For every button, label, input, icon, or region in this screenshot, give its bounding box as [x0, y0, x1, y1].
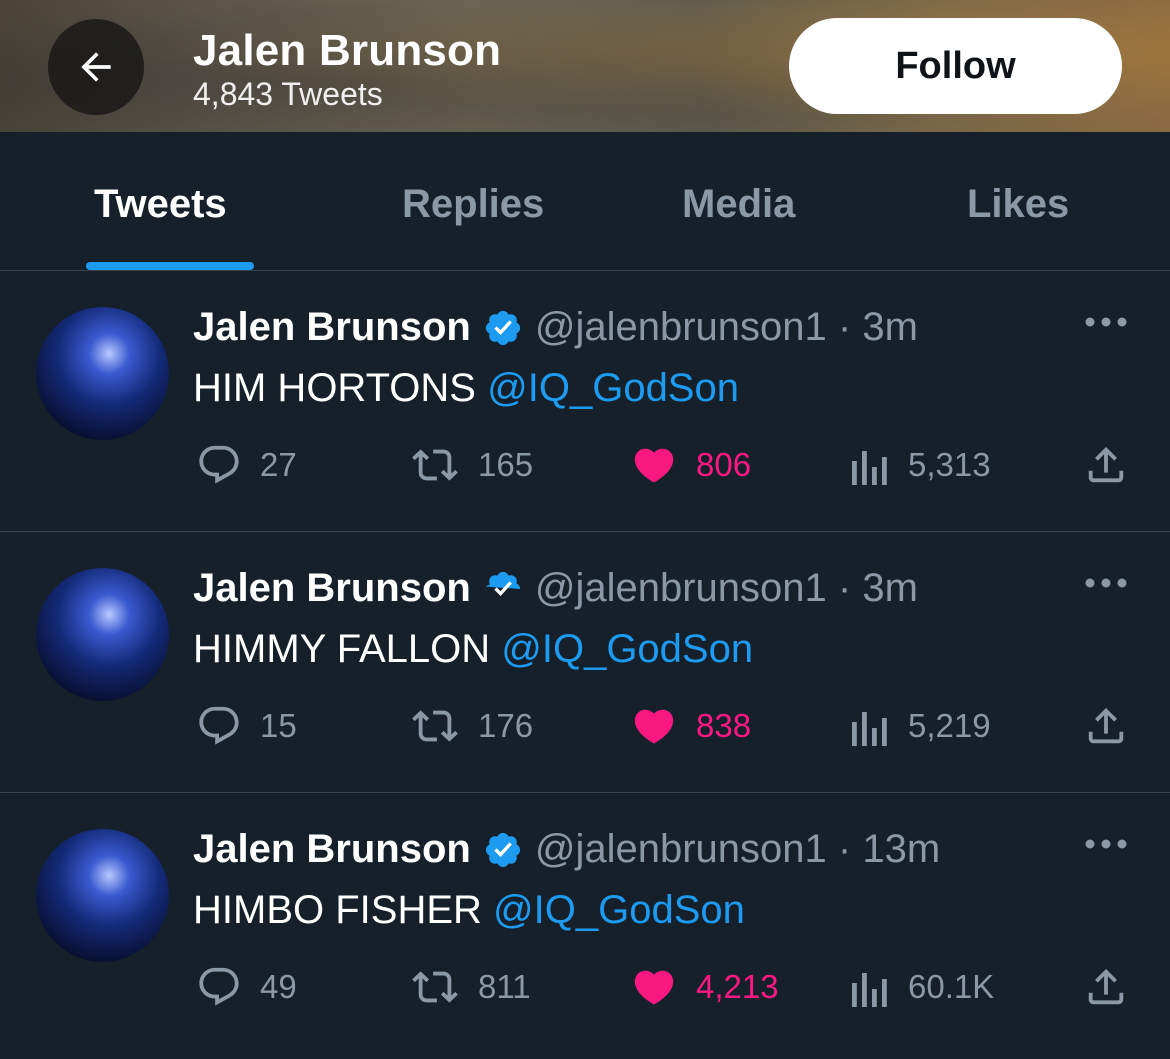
more-horizontal-icon[interactable] — [1084, 315, 1128, 327]
tweet-author-line: Jalen Brunson @jalenbrunson1 · 3m — [193, 305, 918, 350]
views-bar-chart-icon — [850, 706, 890, 746]
like-button[interactable]: 838 — [630, 702, 751, 750]
retweet-icon — [410, 442, 460, 488]
retweet-button[interactable]: 176 — [410, 702, 533, 750]
tab-media[interactable]: Media — [682, 182, 795, 227]
active-tab-indicator — [86, 262, 254, 270]
tweet-text: HIMBO FISHER @IQ_GodSon — [193, 888, 745, 932]
more-horizontal-icon[interactable] — [1084, 837, 1128, 849]
tweet-author-line: Jalen Brunson @jalenbrunson1 · 13m — [193, 827, 940, 872]
tweet-actions: 49 811 4,213 60.1K — [0, 963, 1170, 1011]
author-handle[interactable]: @jalenbrunson1 · 3m — [535, 305, 918, 350]
retweet-count: 811 — [478, 968, 531, 1005]
share-button[interactable] — [1083, 441, 1129, 489]
like-count: 806 — [696, 446, 752, 483]
follow-button[interactable]: Follow — [789, 18, 1122, 114]
verified-badge-icon — [483, 308, 523, 348]
reply-button[interactable]: 15 — [196, 702, 297, 750]
arrow-left-icon — [74, 45, 118, 89]
tab-tweets[interactable]: Tweets — [94, 182, 227, 227]
like-button[interactable]: 4,213 — [630, 963, 779, 1011]
views-button[interactable]: 60.1K — [850, 963, 994, 1011]
tab-replies[interactable]: Replies — [402, 182, 544, 227]
share-button[interactable] — [1083, 963, 1129, 1011]
profile-header: Jalen Brunson 4,843 Tweets Follow — [0, 0, 1170, 132]
retweet-icon — [410, 964, 460, 1010]
heart-icon — [630, 442, 678, 488]
tweet[interactable]: Jalen Brunson @jalenbrunson1 · 3m HIM HO… — [0, 271, 1170, 532]
reply-bubble-icon — [196, 442, 242, 488]
more-horizontal-icon[interactable] — [1084, 576, 1128, 588]
heart-icon — [630, 703, 678, 749]
share-upload-icon — [1083, 964, 1129, 1010]
heart-icon — [630, 964, 678, 1010]
retweet-button[interactable]: 811 — [410, 963, 531, 1011]
views-count: 60.1K — [908, 968, 995, 1005]
mention-link[interactable]: @IQ_GodSon — [493, 888, 745, 932]
reply-count: 49 — [260, 968, 297, 1005]
reply-bubble-icon — [196, 964, 242, 1010]
retweet-icon — [410, 703, 460, 749]
verified-badge-icon — [483, 830, 523, 870]
share-upload-icon — [1083, 703, 1129, 749]
views-count: 5,219 — [908, 707, 991, 744]
retweet-count: 165 — [478, 446, 534, 483]
tweet[interactable]: Jalen Brunson @jalenbrunson1 · 3m HIMMY … — [0, 532, 1170, 793]
tab-likes[interactable]: Likes — [967, 182, 1069, 227]
views-button[interactable]: 5,313 — [850, 441, 991, 489]
like-button[interactable]: 806 — [630, 441, 751, 489]
tweet-text: HIM HORTONS @IQ_GodSon — [193, 366, 739, 410]
retweet-button[interactable]: 165 — [410, 441, 533, 489]
verified-badge-icon — [483, 569, 523, 609]
reply-button[interactable]: 27 — [196, 441, 297, 489]
tweet-actions: 15 176 838 5,219 — [0, 702, 1170, 750]
reply-button[interactable]: 49 — [196, 963, 297, 1011]
like-count: 4,213 — [696, 968, 779, 1005]
author-handle[interactable]: @jalenbrunson1 · 3m — [535, 566, 918, 611]
views-bar-chart-icon — [850, 967, 890, 1007]
author-handle[interactable]: @jalenbrunson1 · 13m — [535, 827, 940, 872]
tweet[interactable]: Jalen Brunson @jalenbrunson1 · 13m HIMBO… — [0, 793, 1170, 1054]
share-upload-icon — [1083, 442, 1129, 488]
reply-count: 27 — [260, 446, 297, 483]
avatar[interactable] — [36, 829, 169, 962]
reply-count: 15 — [260, 707, 297, 744]
author-name[interactable]: Jalen Brunson — [193, 566, 471, 611]
tweet-text: HIMMY FALLON @IQ_GodSon — [193, 627, 754, 671]
profile-tabs: Tweets Replies Media Likes — [0, 132, 1170, 271]
share-button[interactable] — [1083, 702, 1129, 750]
views-count: 5,313 — [908, 446, 991, 483]
tweet-actions: 27 165 806 5,313 — [0, 441, 1170, 489]
profile-name: Jalen Brunson — [193, 26, 502, 75]
views-bar-chart-icon — [850, 445, 890, 485]
author-name[interactable]: Jalen Brunson — [193, 305, 471, 350]
avatar[interactable] — [36, 568, 169, 701]
mention-link[interactable]: @IQ_GodSon — [501, 627, 753, 671]
back-button[interactable] — [48, 19, 144, 115]
retweet-count: 176 — [478, 707, 534, 744]
tweet-count: 4,843 Tweets — [193, 76, 383, 112]
mention-link[interactable]: @IQ_GodSon — [487, 366, 739, 410]
author-name[interactable]: Jalen Brunson — [193, 827, 471, 872]
like-count: 838 — [696, 707, 752, 744]
avatar[interactable] — [36, 307, 169, 440]
reply-bubble-icon — [196, 703, 242, 749]
views-button[interactable]: 5,219 — [850, 702, 991, 750]
tweet-author-line: Jalen Brunson @jalenbrunson1 · 3m — [193, 566, 918, 611]
